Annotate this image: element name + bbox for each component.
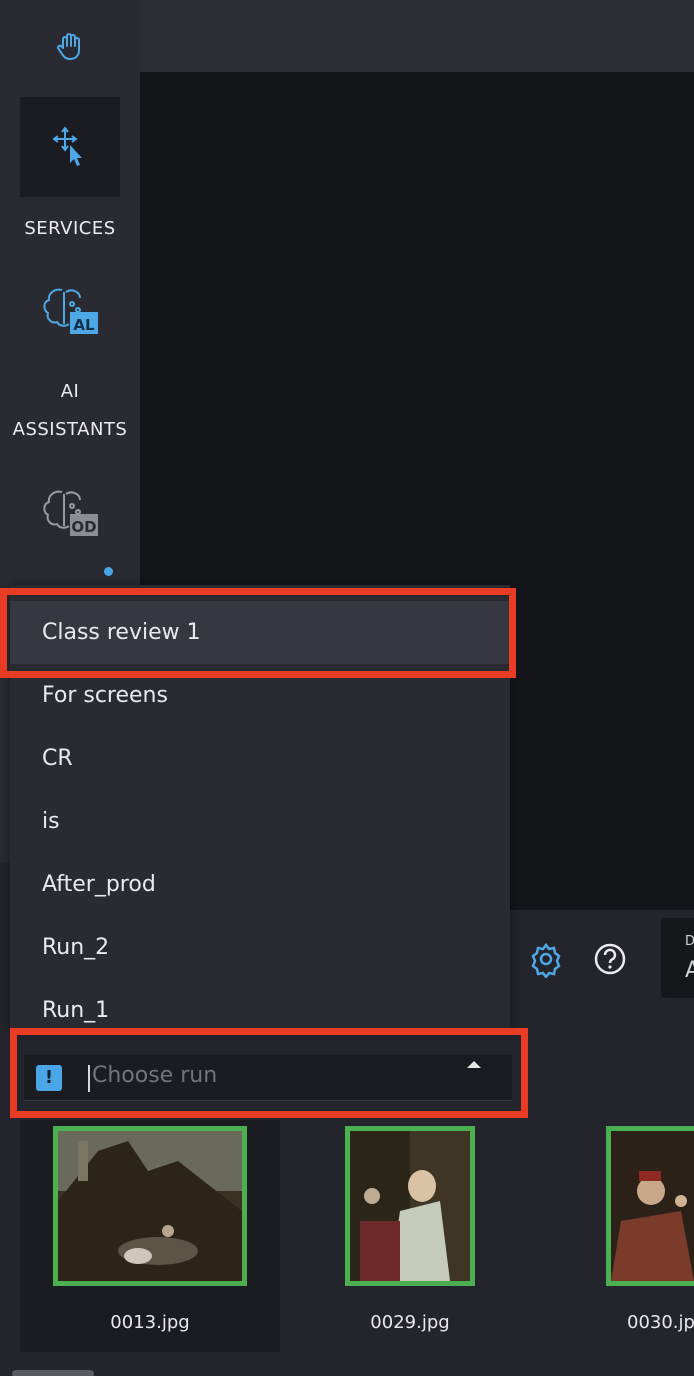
gear-icon bbox=[531, 942, 561, 980]
brain-od-icon: OD bbox=[43, 490, 98, 536]
hand-icon bbox=[57, 33, 80, 60]
svg-text:OD: OD bbox=[71, 518, 96, 536]
thumbnail-card[interactable]: 0029.jpg bbox=[280, 1120, 540, 1352]
highlight-run-input bbox=[10, 1028, 528, 1118]
thumbnail-image bbox=[53, 1126, 247, 1286]
display-dropdown-label: D bbox=[685, 934, 694, 949]
run-option-is[interactable]: is bbox=[10, 790, 510, 853]
hand-tool-button[interactable] bbox=[0, 26, 140, 66]
highlight-selected-option bbox=[0, 588, 516, 678]
brain-al-icon: AL bbox=[43, 288, 98, 334]
svg-text:AL: AL bbox=[73, 316, 95, 334]
thumbnail-name: 0013.jpg bbox=[110, 1312, 190, 1333]
top-bar bbox=[140, 0, 694, 72]
thumbnail-card[interactable]: 0013.jpg bbox=[20, 1120, 280, 1352]
thumbnail-image bbox=[606, 1126, 694, 1286]
run-option-run-2[interactable]: Run_2 bbox=[10, 916, 510, 979]
ai-label-line1: AI bbox=[60, 381, 80, 402]
display-dropdown-value: A bbox=[685, 958, 694, 983]
run-option-after-prod[interactable]: After_prod bbox=[10, 853, 510, 916]
thumbnail-card[interactable]: 0030.jpg bbox=[540, 1120, 694, 1352]
ai-assistant-al-button[interactable]: AL bbox=[0, 284, 140, 340]
run-option-cr[interactable]: CR bbox=[10, 727, 510, 790]
thumbnail-name: 0029.jpg bbox=[370, 1312, 450, 1333]
display-dropdown[interactable]: D A bbox=[661, 918, 694, 998]
thumbnail-image bbox=[345, 1126, 475, 1286]
services-label: SERVICES bbox=[24, 218, 116, 239]
object-detection-button[interactable]: OD bbox=[0, 486, 140, 542]
thumbnail-name: 0030.jpg bbox=[627, 1312, 694, 1333]
help-button[interactable] bbox=[591, 940, 629, 978]
indicator-dot bbox=[104, 567, 113, 576]
horizontal-scrollbar[interactable] bbox=[12, 1370, 94, 1376]
help-icon bbox=[594, 943, 626, 975]
move-select-icon bbox=[52, 126, 82, 166]
settings-button[interactable] bbox=[527, 940, 565, 980]
move-select-tool-button[interactable] bbox=[20, 97, 120, 197]
ai-label-line2: ASSISTANTS bbox=[12, 419, 128, 440]
